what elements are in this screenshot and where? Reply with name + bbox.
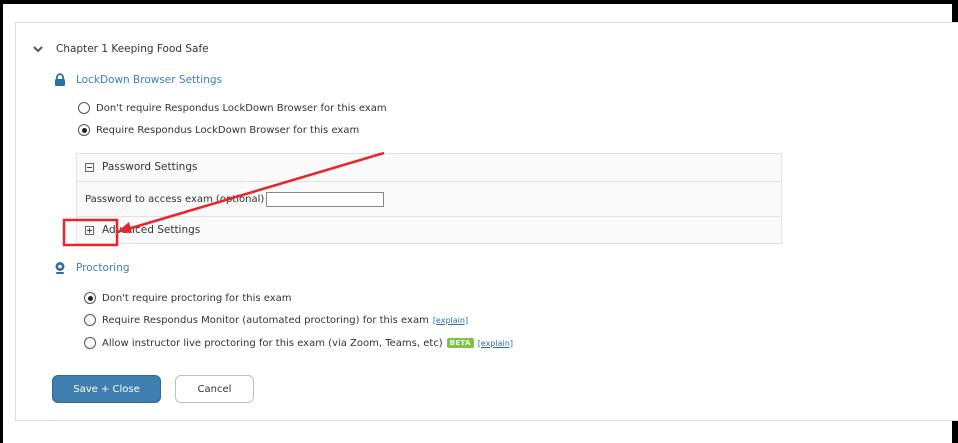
screenshot-frame-top bbox=[0, 0, 958, 4]
chapter-header[interactable]: Chapter 1 Keeping Food Safe bbox=[32, 41, 209, 57]
divider bbox=[77, 216, 781, 217]
save-close-button[interactable]: Save + Close bbox=[52, 375, 161, 403]
divider bbox=[77, 181, 781, 182]
chevron-down-icon[interactable] bbox=[32, 43, 44, 55]
radio-button-selected[interactable] bbox=[84, 292, 96, 304]
radio-button[interactable] bbox=[78, 102, 90, 114]
option-label: Don't require Respondus LockDown Browser… bbox=[96, 102, 387, 114]
explain-link[interactable]: [explain] bbox=[478, 339, 513, 348]
option-label: Require Respondus LockDown Browser for t… bbox=[96, 124, 360, 136]
proctoring-option-none[interactable]: Don't require proctoring for this exam bbox=[84, 292, 292, 304]
radio-button-selected[interactable] bbox=[78, 124, 90, 136]
option-label: Require Respondus Monitor (automated pro… bbox=[102, 314, 429, 326]
password-field-label: Password to access exam (optional) bbox=[85, 194, 265, 205]
lockdown-settings-box: Password Settings Password to access exa… bbox=[76, 153, 782, 244]
advanced-settings-title: Advanced Settings bbox=[102, 224, 201, 236]
collapse-minus-icon[interactable] bbox=[85, 162, 94, 172]
cancel-button[interactable]: Cancel bbox=[175, 375, 254, 403]
option-label: Don't require proctoring for this exam bbox=[102, 292, 292, 304]
password-input[interactable] bbox=[266, 192, 385, 207]
proctoring-section-header: Proctoring bbox=[53, 261, 130, 275]
explain-link[interactable]: [explain] bbox=[433, 316, 468, 325]
radio-button[interactable] bbox=[84, 314, 96, 326]
lockdown-section-header: LockDown Browser Settings bbox=[53, 73, 222, 87]
proctoring-option-monitor[interactable]: Require Respondus Monitor (automated pro… bbox=[84, 314, 468, 326]
lockdown-section-title: LockDown Browser Settings bbox=[76, 74, 222, 86]
expand-plus-icon[interactable] bbox=[85, 225, 94, 235]
password-settings-header[interactable]: Password Settings bbox=[77, 161, 781, 173]
radio-button[interactable] bbox=[84, 337, 96, 349]
lockdown-option-not-required[interactable]: Don't require Respondus LockDown Browser… bbox=[78, 102, 387, 114]
lockdown-option-required[interactable]: Require Respondus LockDown Browser for t… bbox=[78, 124, 359, 136]
password-settings-title: Password Settings bbox=[102, 161, 198, 173]
proctoring-option-live[interactable]: Allow instructor live proctoring for thi… bbox=[84, 337, 513, 349]
password-row: Password to access exam (optional) bbox=[85, 192, 385, 207]
webcam-icon bbox=[55, 262, 65, 274]
proctoring-section-title: Proctoring bbox=[76, 262, 130, 274]
option-label: Allow instructor live proctoring for thi… bbox=[102, 337, 443, 349]
chapter-title: Chapter 1 Keeping Food Safe bbox=[56, 43, 209, 55]
lock-icon bbox=[55, 73, 65, 86]
beta-badge: BETA bbox=[446, 338, 474, 348]
advanced-settings-header[interactable]: Advanced Settings bbox=[77, 224, 781, 236]
screenshot-frame-left bbox=[0, 0, 3, 443]
